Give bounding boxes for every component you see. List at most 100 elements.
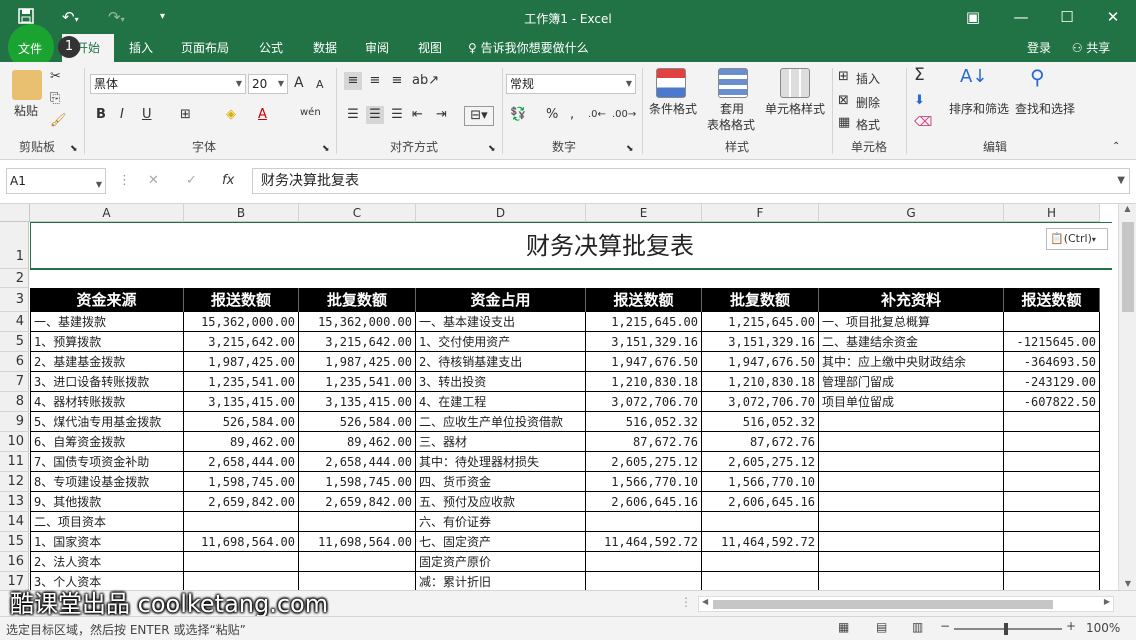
table-header-cell[interactable]: 批复数额	[299, 288, 416, 312]
row-header-2[interactable]: 2	[0, 269, 29, 288]
column-header-b[interactable]: B	[184, 204, 299, 222]
phonetic-icon[interactable]: wén	[300, 104, 321, 122]
table-cell[interactable]: 1,566,770.10	[586, 472, 702, 492]
scroll-up-icon[interactable]: ▲	[1119, 204, 1136, 213]
align-center-icon[interactable]: ☰	[366, 106, 384, 124]
tab-view[interactable]: 视图	[408, 34, 452, 62]
table-cell[interactable]	[819, 572, 1004, 590]
autosum-icon[interactable]: Σ	[914, 66, 925, 84]
conditional-formatting-icon[interactable]	[656, 68, 686, 98]
table-cell[interactable]: 三、器材	[416, 432, 586, 452]
number-format-select[interactable]: 常规 ▼	[506, 74, 636, 94]
table-cell[interactable]: 项目单位留成	[819, 392, 1004, 412]
accounting-format-icon[interactable]: 💱	[510, 106, 526, 124]
font-size-select[interactable]: 20 ▼	[248, 74, 288, 94]
name-box[interactable]: A1 ▼	[6, 168, 106, 194]
align-right-icon[interactable]: ☰	[388, 106, 406, 124]
table-cell[interactable]: 8、专项建设基金拨款	[30, 472, 184, 492]
table-cell[interactable]: 一、基本建设支出	[416, 312, 586, 332]
minimize-button[interactable]: —	[1006, 6, 1036, 28]
zoom-slider-thumb[interactable]	[1004, 623, 1008, 635]
table-cell[interactable]: 1、交付使用资产	[416, 332, 586, 352]
align-left-icon[interactable]: ☰	[344, 106, 362, 124]
sort-filter-button[interactable]: 排序和筛选	[946, 100, 1012, 117]
font-name-select[interactable]: 黑体 ▼	[90, 74, 246, 94]
zoom-level[interactable]: 100%	[1086, 621, 1120, 635]
underline-button[interactable]: U	[142, 106, 152, 124]
worksheet-grid[interactable]: ABCDEFGH 1 2 3 4 5 6 7 8 9 10 11 12 13 14 15 16 17 资金来源报…	[0, 204, 1136, 590]
table-cell[interactable]	[702, 512, 819, 532]
row-header-5[interactable]: 5	[0, 332, 29, 352]
split-handle-icon[interactable]: ⋮	[680, 595, 692, 609]
table-cell[interactable]: 1,947,676.50	[702, 352, 819, 372]
expand-formula-bar-icon[interactable]: ▼	[1117, 169, 1125, 193]
table-cell[interactable]	[819, 492, 1004, 512]
tab-formulas[interactable]: 公式	[248, 34, 294, 62]
percent-style-button[interactable]: %	[546, 106, 558, 124]
table-cell[interactable]	[1004, 492, 1100, 512]
select-all-corner[interactable]	[0, 204, 30, 222]
table-cell[interactable]	[299, 512, 416, 532]
cell-styles-icon[interactable]	[780, 68, 810, 98]
table-cell[interactable]: 1,215,645.00	[702, 312, 819, 332]
table-cell[interactable]	[586, 552, 702, 572]
paste-icon[interactable]	[12, 70, 42, 100]
merge-center-icon[interactable]: ⊟▾	[464, 106, 494, 126]
align-middle-icon[interactable]: ≡	[366, 72, 384, 90]
format-cells-icon[interactable]: ▦	[838, 114, 850, 132]
table-cell[interactable]: 11,464,592.72	[702, 532, 819, 552]
table-cell[interactable]: 2,605,275.12	[586, 452, 702, 472]
table-cell[interactable]: 一、基建拨款	[30, 312, 184, 332]
table-cell[interactable]	[1004, 452, 1100, 472]
font-launcher-icon[interactable]: ⬊	[322, 140, 330, 158]
cell-styles-button[interactable]: 单元格样式	[762, 100, 828, 117]
paste-button[interactable]: 粘贴	[8, 102, 44, 119]
table-cell[interactable]	[1004, 412, 1100, 432]
table-cell[interactable]: 3,151,329.16	[702, 332, 819, 352]
zoom-in-icon[interactable]: +	[1066, 619, 1076, 633]
table-cell[interactable]: 六、有价证券	[416, 512, 586, 532]
row-header-3[interactable]: 3	[0, 288, 29, 312]
share-button[interactable]: ⚇ 共享	[1062, 34, 1120, 62]
insert-cells-button[interactable]: 插入	[856, 70, 880, 87]
page-break-view-icon[interactable]: ▥	[912, 620, 923, 634]
table-cell[interactable]: 3,215,642.00	[299, 332, 416, 352]
login-link[interactable]: 登录	[1022, 34, 1056, 62]
table-cell[interactable]: 89,462.00	[299, 432, 416, 452]
font-color-icon[interactable]: A	[258, 106, 267, 124]
formula-input[interactable]: 财务决算批复表 ▼	[252, 168, 1130, 194]
table-cell[interactable]: 减：累计折旧	[416, 572, 586, 590]
table-cell[interactable]: 87,672.76	[586, 432, 702, 452]
column-header-g[interactable]: G	[819, 204, 1004, 222]
table-header-cell[interactable]: 资金来源	[30, 288, 184, 312]
table-cell[interactable]: 516,052.32	[586, 412, 702, 432]
table-cell[interactable]	[1004, 472, 1100, 492]
table-cell[interactable]: 2,606,645.16	[586, 492, 702, 512]
table-cell[interactable]: -1215645.00	[1004, 332, 1100, 352]
table-cell[interactable]: 1、国家资本	[30, 532, 184, 552]
table-cell[interactable]: 3、进口设备转账拨款	[30, 372, 184, 392]
table-cell[interactable]	[702, 572, 819, 590]
bold-button[interactable]: B	[96, 106, 106, 124]
find-select-button[interactable]: 查找和选择	[1012, 100, 1078, 117]
close-button[interactable]: ✕	[1098, 6, 1128, 28]
table-cell[interactable]: 五、预付及应收款	[416, 492, 586, 512]
table-cell[interactable]: 3,135,415.00	[184, 392, 299, 412]
decrease-indent-icon[interactable]: ⇤	[412, 106, 423, 124]
table-cell[interactable]	[819, 452, 1004, 472]
row-header-12[interactable]: 12	[0, 472, 29, 492]
table-cell[interactable]	[1004, 552, 1100, 572]
row-header-9[interactable]: 9	[0, 412, 29, 432]
table-header-cell[interactable]: 报送数额	[184, 288, 299, 312]
table-cell[interactable]: 固定资产原价	[416, 552, 586, 572]
shrink-font-button[interactable]: A	[316, 76, 324, 94]
alignment-launcher-icon[interactable]: ⬊	[488, 140, 496, 158]
align-bottom-icon[interactable]: ≡	[388, 72, 406, 90]
column-header-c[interactable]: C	[299, 204, 416, 222]
table-cell[interactable]	[819, 532, 1004, 552]
insert-cells-icon[interactable]: ⊞	[838, 68, 849, 86]
page-layout-view-icon[interactable]: ▤	[876, 620, 887, 634]
clipboard-launcher-icon[interactable]: ⬊	[70, 140, 78, 158]
table-cell[interactable]: 7、国债专项资金补助	[30, 452, 184, 472]
table-header-cell[interactable]: 报送数额	[586, 288, 702, 312]
